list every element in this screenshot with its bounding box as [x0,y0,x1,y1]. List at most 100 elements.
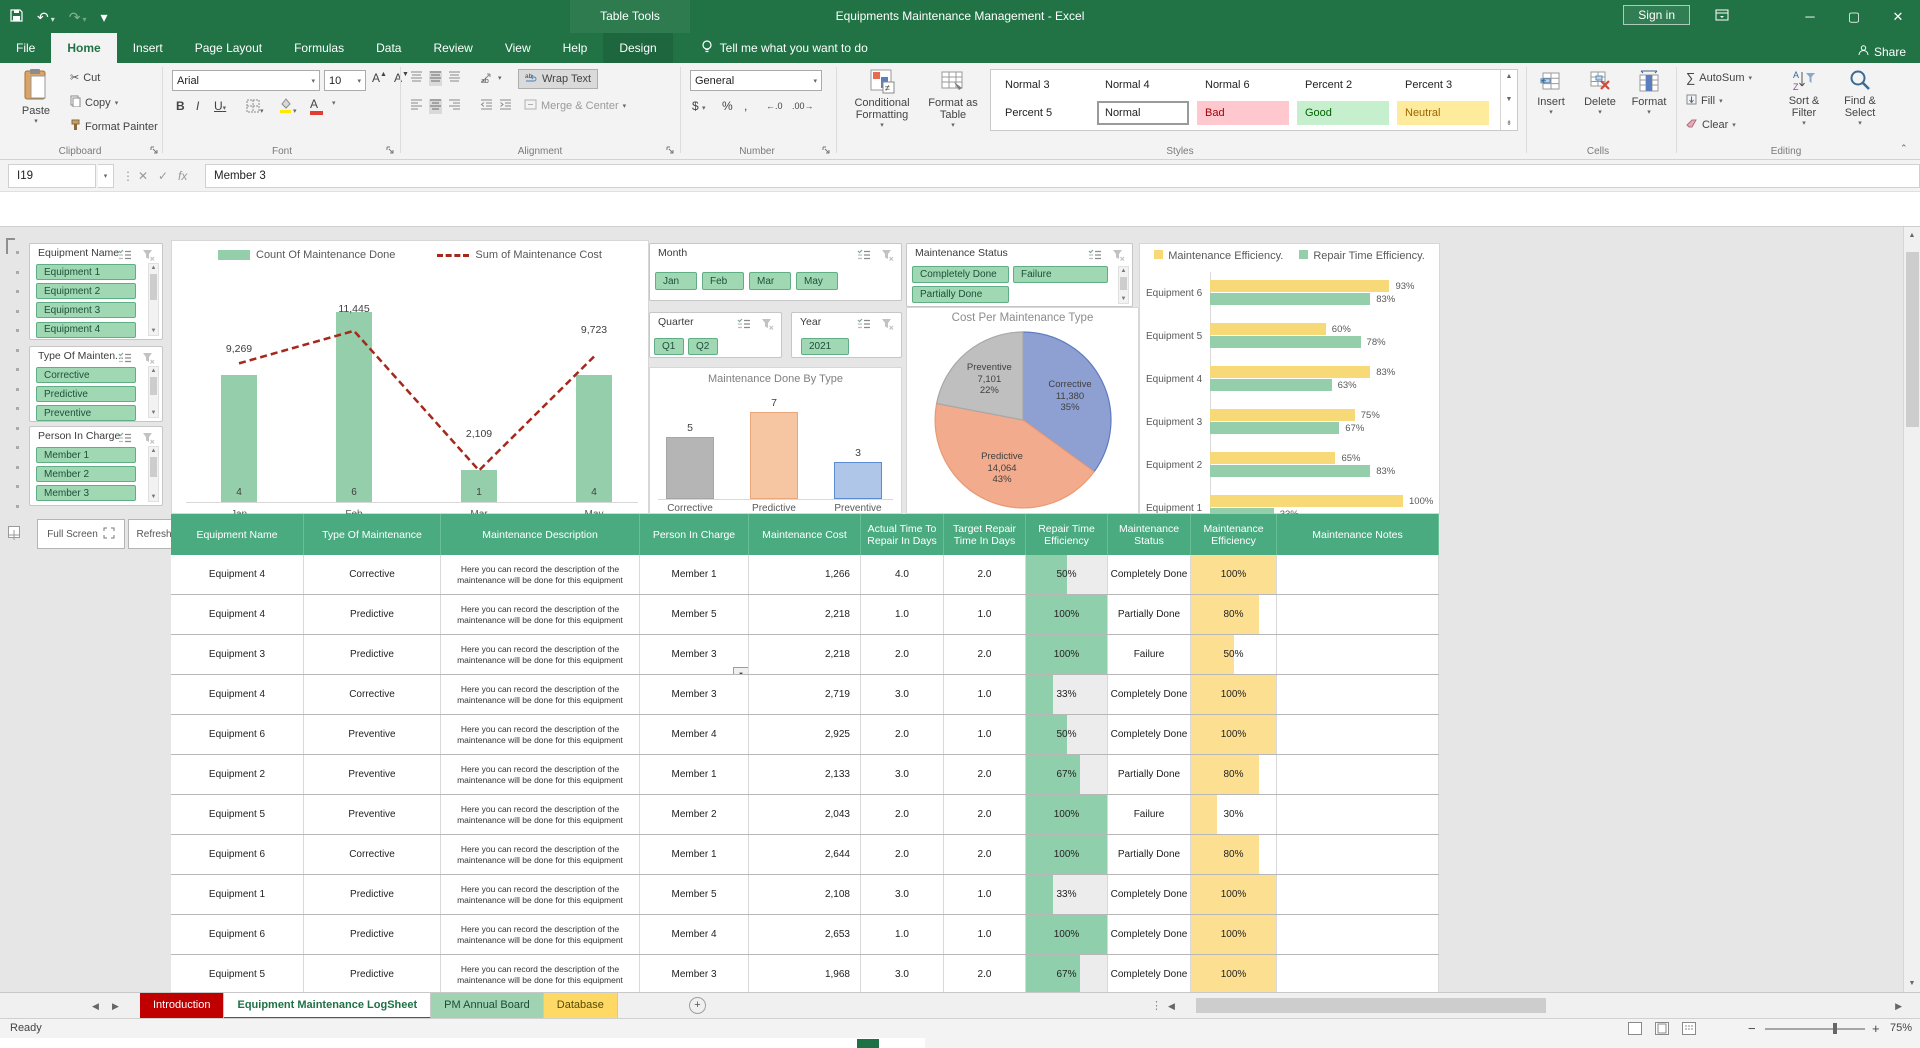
cell-target-repair-time-in-days[interactable]: 2.0 [944,755,1026,794]
cell-maintenance-efficiency[interactable]: 80% [1191,835,1277,874]
cell-type-of-maintenance[interactable]: Predictive [304,875,441,914]
cell-maintenance-efficiency[interactable]: 30% [1191,795,1277,834]
cell-actual-time-to-repair-in-days[interactable]: 1.0 [861,915,944,954]
slicer-scroll-thumb[interactable] [150,457,157,477]
cell-repair-time-efficiency[interactable]: 100% [1026,795,1108,834]
prev-sheet-icon[interactable]: ◀ [92,993,99,1019]
cell-maintenance-notes[interactable] [1277,635,1439,674]
font-family-select[interactable]: Arial▾ [172,70,320,91]
multi-select-icon[interactable] [118,248,134,261]
year-slicer[interactable]: Year2021 [791,312,902,358]
cell-maintenance-cost[interactable]: 1,266 [749,555,861,594]
cell-person-in-charge[interactable]: Member 4 [640,715,749,754]
cell-target-repair-time-in-days[interactable]: 2.0 [944,555,1026,594]
align-middle-icon[interactable] [429,71,442,86]
cell-maintenance-status[interactable]: Partially Done [1108,595,1191,634]
zoom-slider-thumb[interactable] [1833,1023,1837,1034]
cell-person-in-charge[interactable]: Member 1 [640,755,749,794]
equipment-name-slicer-scrollbar[interactable]: ▲▼ [148,263,159,336]
slicer-scroll-up-icon[interactable]: ▲ [149,448,158,454]
underline-button[interactable]: U▾ [214,99,226,113]
cell-maintenance-efficiency[interactable]: 80% [1191,595,1277,634]
cell-maintenance-cost[interactable]: 2,133 [749,755,861,794]
cell-maintenance-status[interactable]: Partially Done [1108,835,1191,874]
cell-maintenance-notes[interactable] [1277,595,1439,634]
fill-button[interactable]: Fill▾ [1686,94,1723,108]
cell-maintenance-description[interactable]: Here you can record the description of t… [441,915,640,954]
format-painter-button[interactable]: Format Painter [70,119,158,134]
orientation-icon[interactable]: ab▾ [480,71,502,84]
vertical-align-icons[interactable] [410,71,461,86]
cell-maintenance-notes[interactable] [1277,555,1439,594]
cell-dropdown-icon[interactable]: ▼ [733,667,749,674]
comma-style-icon[interactable]: , [744,99,747,113]
merge-center-button[interactable]: Merge & Center▾ [518,97,632,115]
copy-button[interactable]: Copy▾ [70,95,118,110]
column-header-maintenance-cost[interactable]: Maintenance Cost [749,514,861,555]
align-bottom-icon[interactable] [448,71,461,86]
column-header-repair-time-efficiency[interactable]: Repair Time Efficiency [1026,514,1108,555]
cell-maintenance-cost[interactable]: 1,968 [749,955,861,992]
slicer-scroll-thumb[interactable] [150,377,157,395]
maintenance-status-slicer[interactable]: Maintenance StatusCompletely DoneFailure… [906,243,1133,307]
vertical-scrollbar[interactable]: ▲ ▼ [1903,227,1920,992]
cell-maintenance-notes[interactable] [1277,755,1439,794]
cell-maintenance-cost[interactable]: 2,043 [749,795,861,834]
cell-actual-time-to-repair-in-days[interactable]: 4.0 [861,555,944,594]
efficiency-chart[interactable]: Maintenance Efficiency.Repair Time Effic… [1139,243,1440,514]
slicer-item-member-1[interactable]: Member 1 [36,447,136,463]
slicer-scroll-down-icon[interactable]: ▼ [149,410,158,416]
slicer-scroll-down-icon[interactable]: ▼ [1119,296,1128,302]
font-color-caret-icon[interactable]: ▾ [332,99,336,107]
number-format-select[interactable]: General▾ [690,70,822,91]
cell-target-repair-time-in-days[interactable]: 2.0 [944,795,1026,834]
cell-target-repair-time-in-days[interactable]: 2.0 [944,635,1026,674]
cell-type-of-maintenance[interactable]: Corrective [304,555,441,594]
ribbon-tab-help[interactable]: Help [547,33,604,63]
cell-repair-time-efficiency[interactable]: 50% [1026,555,1108,594]
cell-target-repair-time-in-days[interactable]: 1.0 [944,875,1026,914]
font-dialog-launcher-icon[interactable] [386,146,396,156]
sign-in-button[interactable]: Sign in [1623,5,1690,25]
tell-me-box[interactable]: Tell me what you want to do [701,33,868,63]
zoom-out-icon[interactable]: − [1748,1021,1756,1036]
cell-maintenance-status[interactable]: Completely Done [1108,675,1191,714]
multi-select-icon[interactable] [118,431,134,444]
slicer-scroll-down-icon[interactable]: ▼ [149,328,158,334]
cell-type-of-maintenance[interactable]: Predictive [304,915,441,954]
multi-select-icon[interactable] [857,248,873,261]
cell-style-percent-3[interactable]: Percent 3 [1397,73,1489,97]
page-layout-view-icon[interactable] [1655,1022,1669,1035]
formula-input[interactable]: Member 3 [205,164,1920,188]
zoom-level[interactable]: 75% [1890,1022,1912,1034]
cell-style-percent-5[interactable]: Percent 5 [997,101,1089,125]
slicer-scroll-thumb[interactable] [150,274,157,300]
slicer-scroll-up-icon[interactable]: ▲ [149,368,158,374]
cell-type-of-maintenance[interactable]: Preventive [304,715,441,754]
cell-maintenance-cost[interactable]: 2,108 [749,875,861,914]
cell-maintenance-efficiency[interactable]: 100% [1191,955,1277,992]
slicer-item-equipment-1[interactable]: Equipment 1 [36,264,136,280]
cell-maintenance-description[interactable]: Here you can record the description of t… [441,715,640,754]
slicer-item-corrective[interactable]: Corrective [36,367,136,383]
indent-icons[interactable] [480,99,512,114]
slicer-item-jan[interactable]: Jan [655,272,697,290]
cell-style-percent-2[interactable]: Percent 2 [1297,73,1389,97]
column-header-maintenance-notes[interactable]: Maintenance Notes [1277,514,1439,555]
cell-repair-time-efficiency[interactable]: 50% [1026,715,1108,754]
cell-repair-time-efficiency[interactable]: 67% [1026,755,1108,794]
maintenance-status-slicer-scrollbar[interactable]: ▲▼ [1118,266,1129,304]
scroll-left-icon[interactable]: ◀ [1168,993,1175,1019]
cell-style-normal-3[interactable]: Normal 3 [997,73,1089,97]
ribbon-tab-design[interactable]: Design [603,33,672,63]
slicer-item-equipment-4[interactable]: Equipment 4 [36,322,136,338]
number-dialog-launcher-icon[interactable] [822,146,832,156]
scroll-down-icon[interactable]: ▼ [1904,975,1920,992]
cell-actual-time-to-repair-in-days[interactable]: 2.0 [861,795,944,834]
paste-button[interactable]: Paste▾ [10,68,62,125]
cell-maintenance-status[interactable]: Partially Done [1108,755,1191,794]
cell-maintenance-description[interactable]: Here you can record the description of t… [441,675,640,714]
maximize-button[interactable]: ▢ [1832,0,1876,33]
cell-style-bad[interactable]: Bad [1197,101,1289,125]
save-icon[interactable] [10,9,23,24]
